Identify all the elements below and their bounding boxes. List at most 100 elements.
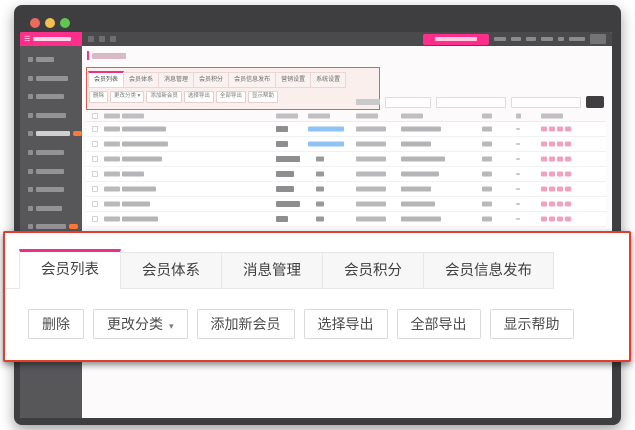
row-checkbox[interactable] bbox=[92, 186, 98, 192]
refresh-icon[interactable] bbox=[99, 36, 105, 42]
search-input[interactable] bbox=[511, 97, 581, 108]
email-link-blurred[interactable] bbox=[316, 202, 324, 207]
action-link-blurred[interactable] bbox=[541, 142, 547, 147]
action-link-blurred[interactable] bbox=[541, 172, 547, 177]
sidebar-item[interactable] bbox=[28, 131, 82, 136]
action-link-blurred[interactable] bbox=[557, 157, 563, 162]
row-actions[interactable] bbox=[541, 202, 571, 207]
tab-small-系统设置[interactable]: 系统设置 bbox=[310, 72, 346, 88]
top-nav-link[interactable] bbox=[494, 37, 506, 41]
search-field-select[interactable] bbox=[385, 97, 431, 108]
row-checkbox[interactable] bbox=[92, 126, 98, 132]
tab-会员体系[interactable]: 会员体系 bbox=[120, 252, 222, 289]
row-checkbox[interactable] bbox=[92, 156, 98, 162]
top-nav-link[interactable] bbox=[558, 37, 564, 41]
action-link-blurred[interactable] bbox=[565, 217, 571, 222]
sidebar-item[interactable] bbox=[28, 206, 62, 211]
tab-会员列表[interactable]: 会员列表 bbox=[19, 249, 121, 289]
search-button[interactable] bbox=[586, 96, 604, 108]
logout-button[interactable] bbox=[590, 34, 606, 44]
row-actions[interactable] bbox=[541, 127, 571, 132]
全部导出-button[interactable]: 全部导出 bbox=[397, 309, 481, 339]
email-link-blurred[interactable] bbox=[308, 142, 344, 147]
email-link-blurred[interactable] bbox=[316, 217, 324, 222]
bookmark-icon[interactable] bbox=[110, 36, 116, 42]
action-link-blurred[interactable] bbox=[557, 127, 563, 132]
top-nav-link[interactable] bbox=[526, 37, 536, 41]
upgrade-button[interactable] bbox=[423, 34, 489, 45]
删除-button[interactable]: 删除 bbox=[28, 309, 84, 339]
action-link-blurred[interactable] bbox=[565, 142, 571, 147]
minimize-button[interactable] bbox=[45, 18, 55, 28]
全部导出-button-small[interactable]: 全部导出 bbox=[216, 91, 246, 103]
添加新会员-button-small[interactable]: 添加新会员 bbox=[146, 91, 182, 103]
action-link-blurred[interactable] bbox=[565, 172, 571, 177]
更改分类-button[interactable]: 更改分类▾ bbox=[93, 309, 188, 339]
action-link-blurred[interactable] bbox=[557, 142, 563, 147]
tab-small-会员信息发布[interactable]: 会员信息发布 bbox=[228, 72, 276, 88]
action-link-blurred[interactable] bbox=[557, 217, 563, 222]
选择导出-button[interactable]: 选择导出 bbox=[304, 309, 388, 339]
sidebar-item[interactable] bbox=[28, 224, 78, 229]
sidebar-item[interactable] bbox=[28, 57, 54, 62]
tab-small-营销设置[interactable]: 营销设置 bbox=[275, 72, 311, 88]
action-link-blurred[interactable] bbox=[565, 127, 571, 132]
action-link-blurred[interactable] bbox=[557, 187, 563, 192]
sidebar-item[interactable] bbox=[28, 169, 64, 174]
row-checkbox[interactable] bbox=[92, 216, 98, 222]
action-link-blurred[interactable] bbox=[549, 172, 555, 177]
email-link-blurred[interactable] bbox=[316, 172, 324, 177]
app-logo[interactable]: ☰ bbox=[20, 32, 82, 46]
select-all-checkbox[interactable] bbox=[92, 113, 98, 119]
action-link-blurred[interactable] bbox=[557, 202, 563, 207]
close-button[interactable] bbox=[30, 18, 40, 28]
action-link-blurred[interactable] bbox=[549, 187, 555, 192]
sidebar-item[interactable] bbox=[28, 113, 66, 118]
sidebar-item[interactable] bbox=[28, 94, 64, 99]
search-category-select[interactable] bbox=[436, 97, 506, 108]
显示帮助-button-small[interactable]: 显示帮助 bbox=[248, 91, 278, 103]
tab-small-会员体系[interactable]: 会员体系 bbox=[123, 72, 159, 88]
top-nav-link[interactable] bbox=[511, 37, 521, 41]
action-link-blurred[interactable] bbox=[549, 217, 555, 222]
top-nav-link[interactable] bbox=[541, 37, 553, 41]
sidebar-item[interactable] bbox=[28, 76, 68, 81]
row-actions[interactable] bbox=[541, 217, 571, 222]
sidebar-item[interactable] bbox=[28, 150, 64, 155]
action-link-blurred[interactable] bbox=[557, 172, 563, 177]
tab-消息管理[interactable]: 消息管理 bbox=[221, 252, 323, 289]
action-link-blurred[interactable] bbox=[565, 157, 571, 162]
显示帮助-button[interactable]: 显示帮助 bbox=[490, 309, 574, 339]
action-link-blurred[interactable] bbox=[541, 127, 547, 132]
row-checkbox[interactable] bbox=[92, 171, 98, 177]
action-link-blurred[interactable] bbox=[541, 202, 547, 207]
action-link-blurred[interactable] bbox=[565, 202, 571, 207]
action-link-blurred[interactable] bbox=[549, 127, 555, 132]
user-account-link[interactable] bbox=[569, 37, 585, 41]
action-link-blurred[interactable] bbox=[565, 187, 571, 192]
home-icon[interactable] bbox=[88, 36, 94, 42]
tab-small-会员积分[interactable]: 会员积分 bbox=[193, 72, 229, 88]
action-link-blurred[interactable] bbox=[549, 202, 555, 207]
tab-small-消息管理[interactable]: 消息管理 bbox=[158, 72, 194, 88]
action-link-blurred[interactable] bbox=[549, 157, 555, 162]
tab-会员积分[interactable]: 会员积分 bbox=[322, 252, 424, 289]
email-link-blurred[interactable] bbox=[308, 127, 344, 132]
添加新会员-button[interactable]: 添加新会员 bbox=[197, 309, 295, 339]
action-link-blurred[interactable] bbox=[541, 157, 547, 162]
row-actions[interactable] bbox=[541, 142, 571, 147]
选择导出-button-small[interactable]: 选择导出 bbox=[184, 91, 214, 103]
tab-会员信息发布[interactable]: 会员信息发布 bbox=[423, 252, 554, 289]
row-checkbox[interactable] bbox=[92, 201, 98, 207]
row-actions[interactable] bbox=[541, 187, 571, 192]
删除-button-small[interactable]: 删除 bbox=[89, 91, 108, 103]
action-link-blurred[interactable] bbox=[549, 142, 555, 147]
tab-small-会员列表[interactable]: 会员列表 bbox=[88, 71, 124, 88]
email-link-blurred[interactable] bbox=[316, 157, 324, 162]
maximize-button[interactable] bbox=[60, 18, 70, 28]
row-actions[interactable] bbox=[541, 157, 571, 162]
sidebar-item[interactable] bbox=[28, 187, 64, 192]
更改分类-button-small[interactable]: 更改分类 ▾ bbox=[110, 91, 144, 103]
action-link-blurred[interactable] bbox=[541, 187, 547, 192]
row-checkbox[interactable] bbox=[92, 141, 98, 147]
